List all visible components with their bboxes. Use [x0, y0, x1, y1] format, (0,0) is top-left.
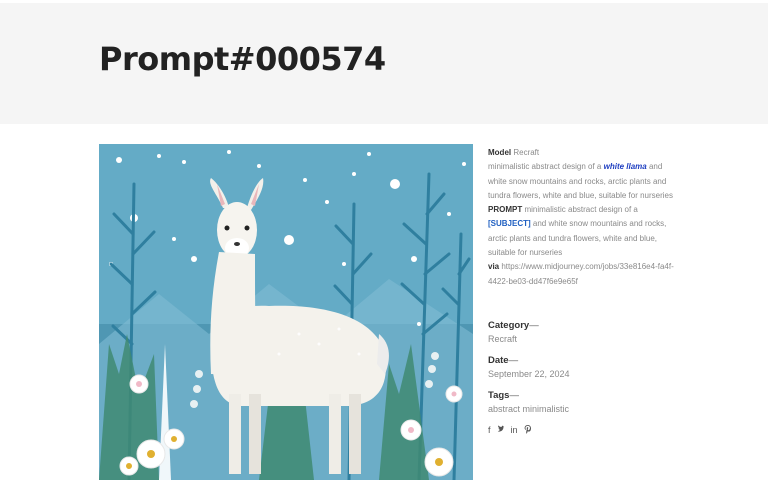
via-label: via — [488, 262, 500, 272]
via-link[interactable]: https://www.midjourney.com/jobs/33e816e4… — [488, 262, 674, 285]
share-links: f in — [488, 425, 532, 436]
tags-heading: Tags— — [488, 390, 519, 401]
prompt-text: PROMPT minimalistic abstract design of a… — [488, 205, 667, 258]
prompt-subject-keyword: [SUBJECT] — [488, 219, 531, 229]
via-line: via https://www.midjourney.com/jobs/33e8… — [488, 260, 678, 289]
page-title: Prompt#000574 — [99, 40, 386, 78]
date-value: September 22, 2024 — [488, 369, 570, 379]
prompt-details: Model Recraft minimalistic abstract desi… — [488, 146, 678, 289]
twitter-icon[interactable] — [497, 425, 505, 436]
category-value[interactable]: Recraft — [488, 334, 517, 344]
description-keyword[interactable]: white llama — [604, 162, 647, 171]
date-heading: Date— — [488, 355, 519, 366]
prompt-label: PROMPT — [488, 205, 523, 215]
pinterest-icon[interactable] — [524, 425, 532, 436]
category-heading: Category— — [488, 320, 539, 331]
facebook-icon[interactable]: f — [488, 425, 491, 436]
page-header: Prompt#000574 — [0, 3, 768, 124]
tags-value[interactable]: abstract minimalistic — [488, 404, 569, 414]
description-text: minimalistic abstract design of a white … — [488, 162, 673, 200]
model-value: Recraft — [513, 148, 540, 157]
prompt-image[interactable] — [99, 144, 473, 480]
model-label: Model — [488, 148, 512, 157]
linkedin-icon[interactable]: in — [511, 425, 518, 436]
model-line: Model Recraft — [488, 146, 678, 160]
llama-illustration — [99, 144, 473, 480]
